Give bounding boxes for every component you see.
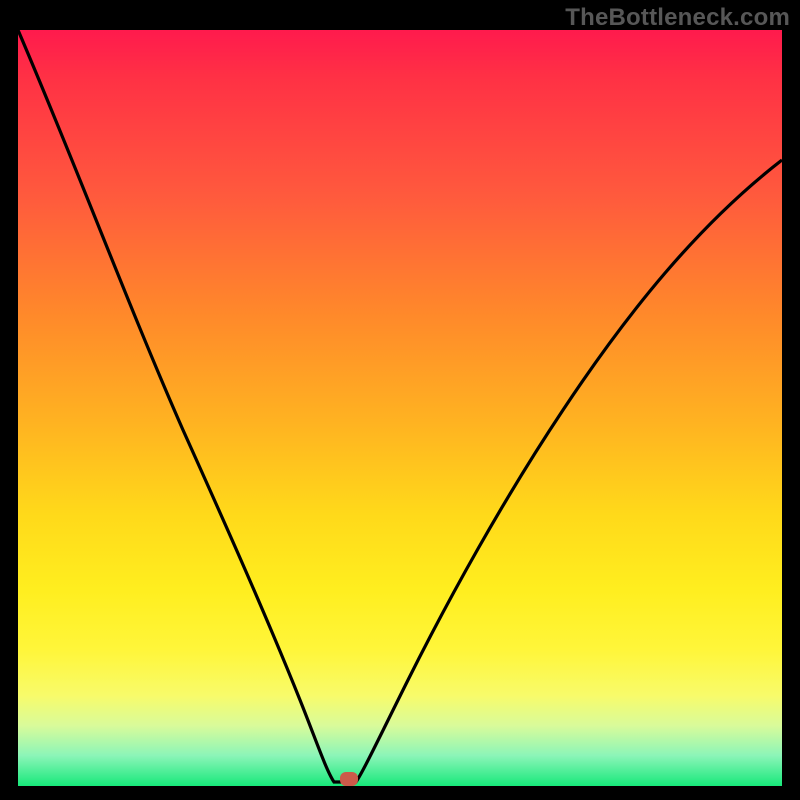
minimum-marker: [340, 772, 358, 786]
bottleneck-curve: [18, 30, 782, 782]
plot-area: [18, 30, 782, 786]
curve-svg: [18, 30, 782, 786]
watermark-text: TheBottleneck.com: [565, 4, 790, 32]
chart-frame: TheBottleneck.com: [0, 0, 800, 800]
